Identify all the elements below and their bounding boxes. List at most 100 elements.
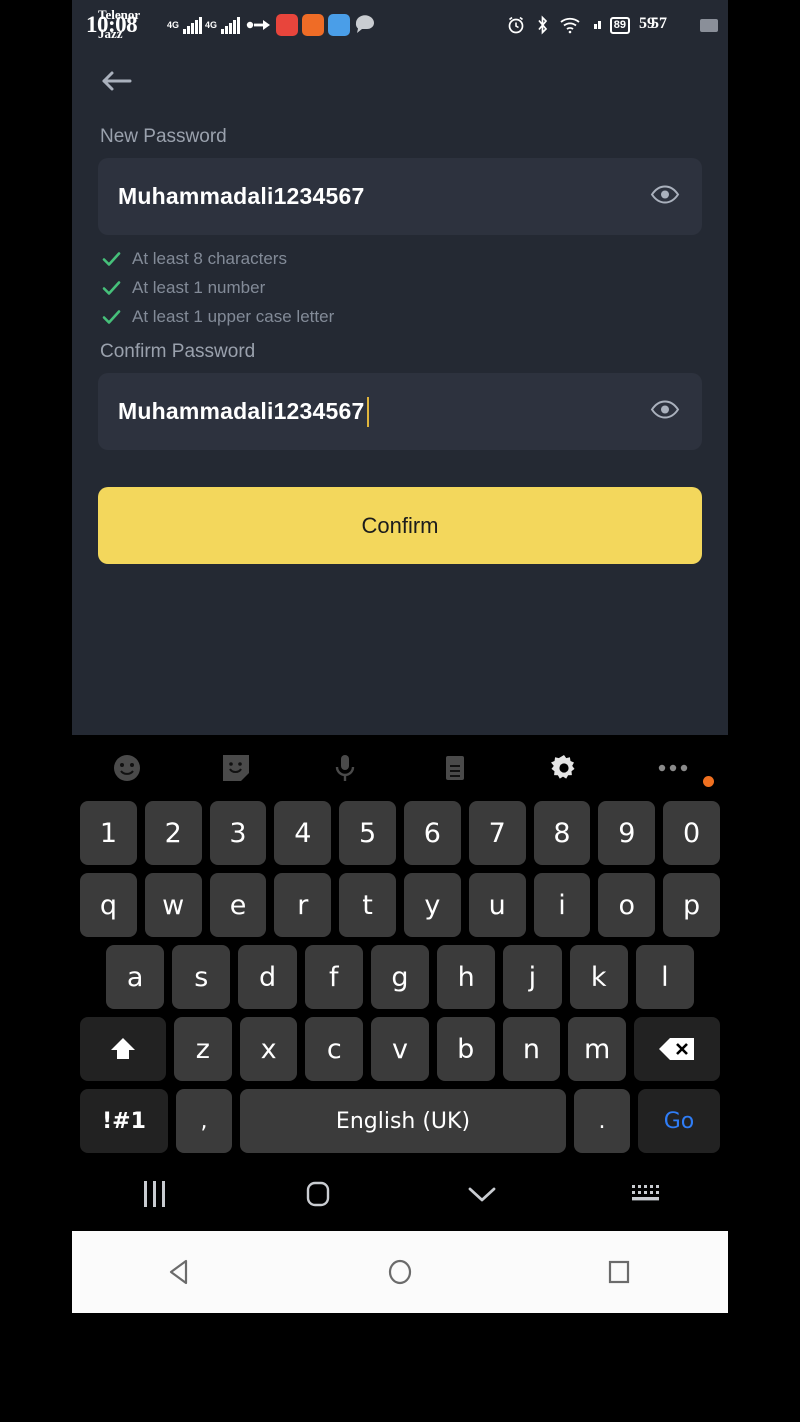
recent-apps-icon[interactable] <box>72 1181 236 1207</box>
symbols-key[interactable]: !#1 <box>80 1089 168 1153</box>
more-options-icon[interactable] <box>619 762 728 787</box>
text-cursor <box>366 396 369 427</box>
key-q[interactable]: q <box>80 873 137 937</box>
key-4[interactable]: 4 <box>274 801 332 865</box>
key-k[interactable]: k <box>569 945 628 1009</box>
keyboard-row-function: !#1 , English (UK) . Go <box>72 1089 728 1153</box>
key-2[interactable]: 2 <box>144 801 202 865</box>
key-x[interactable]: x <box>239 1017 298 1081</box>
confirm-button[interactable]: Confirm <box>98 487 702 564</box>
period-key[interactable]: . <box>574 1089 630 1153</box>
new-password-label: New Password <box>100 126 227 147</box>
status-bar: 10:08 Telenor Jazz 4G 4G 89 59 57 <box>72 0 728 50</box>
key-a[interactable]: a <box>106 945 165 1009</box>
battery-percent-value-2: 57 <box>651 15 667 32</box>
key-w[interactable]: w <box>144 873 202 937</box>
key-1[interactable]: 1 <box>80 801 137 865</box>
password-rule-text: At least 1 number <box>132 278 266 297</box>
check-icon <box>102 310 121 324</box>
key-d[interactable]: d <box>238 945 297 1009</box>
home-icon[interactable] <box>236 1177 400 1211</box>
recents-square-icon <box>608 1260 629 1284</box>
sticker-icon[interactable] <box>181 753 290 783</box>
key-o[interactable]: o <box>598 873 656 937</box>
signal-bars-icon-3 <box>593 21 601 29</box>
back-arrow-icon[interactable] <box>98 66 138 96</box>
shift-key[interactable] <box>79 1017 166 1081</box>
battery-percent-badge: 89 <box>609 16 630 34</box>
keyboard-toolbar <box>72 735 728 801</box>
battery-icon <box>700 18 718 32</box>
tiktok-app-icon <box>302 14 325 36</box>
microphone-icon[interactable] <box>291 752 400 784</box>
key-z[interactable]: z <box>173 1017 232 1081</box>
system-navigation-bar <box>72 1231 728 1313</box>
password-reset-screen: New Password Muhammadali1234567 At least… <box>72 50 728 735</box>
key-f[interactable]: f <box>304 945 363 1009</box>
key-l[interactable]: l <box>635 945 694 1009</box>
key-m[interactable]: m <box>568 1017 627 1081</box>
comma-key[interactable]: , <box>176 1089 232 1153</box>
password-rule-item: At least 1 upper case letter <box>102 307 702 327</box>
key-j[interactable]: j <box>503 945 562 1009</box>
key-s[interactable]: s <box>172 945 231 1009</box>
enter-go-key[interactable]: Go <box>638 1089 720 1153</box>
alarm-icon <box>508 16 524 34</box>
key-v[interactable]: v <box>371 1017 429 1081</box>
new-password-field[interactable]: Muhammadali1234567 <box>98 158 702 235</box>
system-recents-button[interactable] <box>509 1255 728 1289</box>
key-e[interactable]: e <box>209 873 267 937</box>
key-b[interactable]: b <box>436 1017 495 1081</box>
key-p[interactable]: p <box>663 873 720 937</box>
key-r[interactable]: r <box>274 873 332 937</box>
keyboard-row-numbers: 1 2 3 4 5 6 7 8 9 0 <box>72 801 728 865</box>
key-c[interactable]: c <box>305 1017 364 1081</box>
show-password-icon-confirm[interactable] <box>650 399 680 424</box>
key-n[interactable]: n <box>502 1017 561 1081</box>
clipboard-icon[interactable] <box>400 753 509 783</box>
key-g[interactable]: g <box>370 945 430 1009</box>
data-transfer-icon <box>246 20 271 30</box>
key-0[interactable]: 0 <box>663 801 720 865</box>
emoji-icon[interactable] <box>72 752 181 784</box>
clock-carrier-group: 10:08 Telenor Jazz <box>86 4 164 46</box>
password-rules-list: At least 8 characters At least 1 number … <box>102 249 702 327</box>
key-u[interactable]: u <box>468 873 526 937</box>
messenger-blue-icon <box>328 14 351 36</box>
new-password-value: Muhammadali1234567 <box>118 183 365 209</box>
key-h[interactable]: h <box>437 945 496 1009</box>
key-9[interactable]: 9 <box>598 801 656 865</box>
bluetooth-icon <box>538 15 547 35</box>
keyboard-row-top: q w e r t y u i o p <box>72 873 728 937</box>
key-i[interactable]: i <box>533 873 591 937</box>
key-6[interactable]: 6 <box>404 801 461 865</box>
confirm-password-label: Confirm Password <box>100 341 256 362</box>
switch-keyboard-icon[interactable] <box>564 1182 728 1206</box>
confirm-password-field[interactable]: Muhammadali1234567 <box>98 373 702 450</box>
chat-bubble-icon <box>355 15 375 34</box>
music-app-icon <box>276 14 299 36</box>
shift-arrow-icon <box>110 1038 135 1059</box>
password-rule-text: At least 8 characters <box>132 249 287 268</box>
key-3[interactable]: 3 <box>209 801 267 865</box>
settings-gear-icon[interactable] <box>509 752 618 784</box>
battery-percent-overlap: 59 57 <box>639 15 691 35</box>
show-password-icon-new[interactable] <box>650 184 680 209</box>
key-t[interactable]: t <box>339 873 396 937</box>
key-y[interactable]: y <box>404 873 461 937</box>
key-8[interactable]: 8 <box>533 801 591 865</box>
hide-keyboard-icon[interactable] <box>400 1182 564 1206</box>
network-type-1: 4G <box>167 20 180 30</box>
signal-bars-icon-1 <box>183 16 203 34</box>
key-5[interactable]: 5 <box>339 801 396 865</box>
space-key[interactable]: English (UK) <box>240 1089 566 1153</box>
confirm-password-value: Muhammadali1234567 <box>118 398 365 424</box>
back-triangle-icon <box>170 1259 188 1285</box>
key-7[interactable]: 7 <box>468 801 526 865</box>
system-home-button[interactable] <box>291 1255 510 1289</box>
backspace-key[interactable] <box>634 1017 721 1081</box>
password-rule-text: At least 1 upper case letter <box>132 307 335 326</box>
system-back-button[interactable] <box>72 1255 291 1289</box>
keyboard-row-bottom: z x c v b n m <box>72 1017 728 1081</box>
keyboard-row-home: a s d f g h j k l <box>72 945 728 1009</box>
